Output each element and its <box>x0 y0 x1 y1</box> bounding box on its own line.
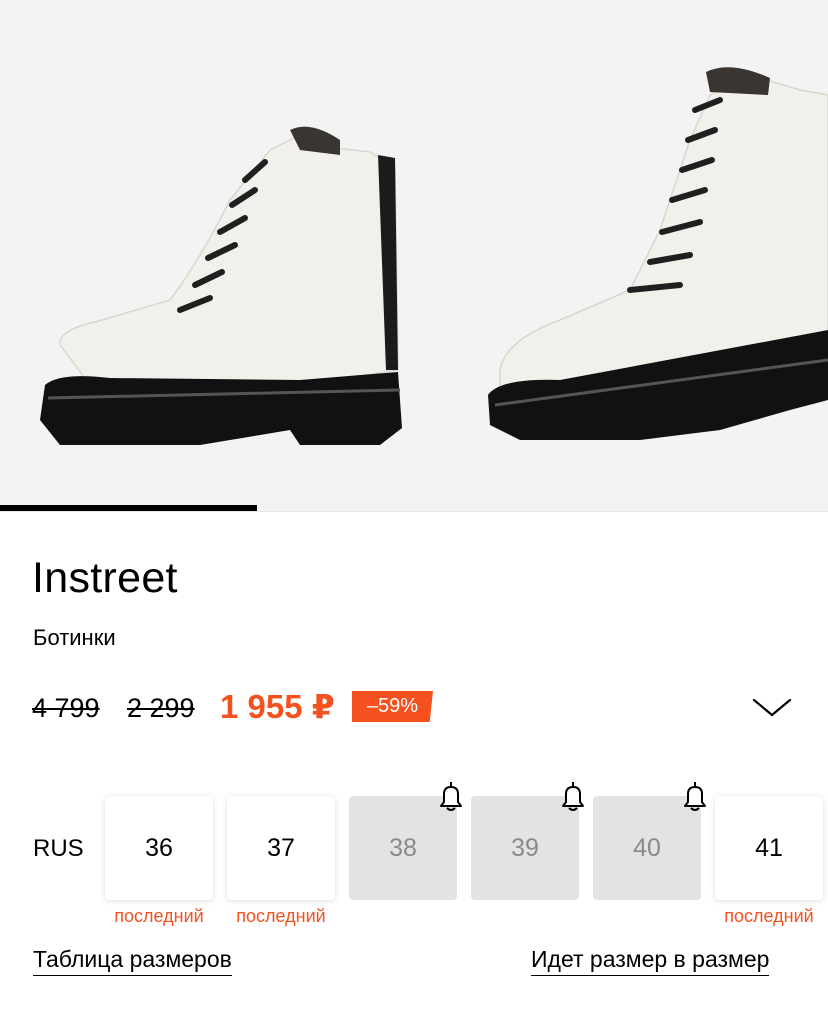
last-item-tag: последний <box>724 906 814 926</box>
size-system-label: RUS <box>33 835 84 862</box>
product-gallery[interactable] <box>0 0 828 512</box>
last-item-tag: последний <box>114 906 204 926</box>
size-option-41[interactable]: 41 <box>715 796 823 900</box>
product-category: Ботинки <box>33 625 116 650</box>
bell-icon[interactable] <box>680 780 710 812</box>
product-image <box>40 67 828 445</box>
size-value: 41 <box>755 833 783 862</box>
gallery-progress-fill <box>0 505 257 511</box>
bell-icon[interactable] <box>558 780 588 812</box>
boot-image-2 <box>488 67 828 440</box>
brand-name[interactable]: Instreet <box>32 552 178 604</box>
size-option-36[interactable]: 36 <box>105 796 213 900</box>
price-details-toggle[interactable] <box>750 692 794 724</box>
previous-price: 2 299 <box>127 693 195 723</box>
size-value: 37 <box>267 833 295 862</box>
original-price: 4 799 <box>32 693 100 723</box>
boot-image-1 <box>40 126 402 445</box>
size-option-37[interactable]: 37 <box>227 796 335 900</box>
bell-icon[interactable] <box>436 780 466 812</box>
chevron-down-icon <box>752 698 792 717</box>
size-value: 40 <box>633 833 661 862</box>
current-price: 1 955 ₽ <box>220 688 335 725</box>
size-value: 38 <box>389 833 417 862</box>
size-value: 39 <box>511 833 539 862</box>
size-table-link[interactable]: Таблица размеров <box>33 944 232 976</box>
last-item-tag: последний <box>236 906 326 926</box>
gallery-progress <box>0 505 828 512</box>
price-row: 4 799 2 299 1 955 ₽ –59% <box>32 686 802 730</box>
fit-info-link[interactable]: Идет размер в размер <box>531 944 770 976</box>
discount-badge: –59% <box>352 691 433 722</box>
size-value: 36 <box>145 833 173 862</box>
